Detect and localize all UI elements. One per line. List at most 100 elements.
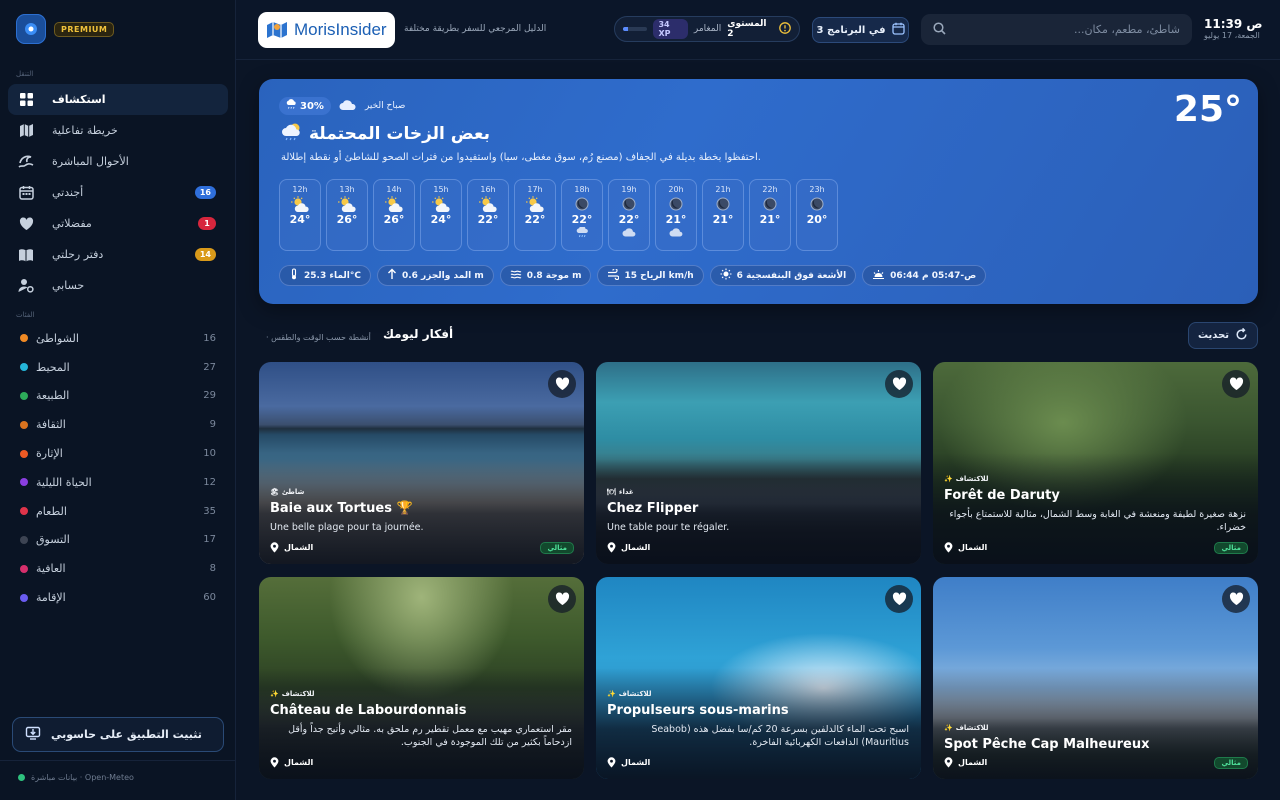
install-label: تثبيت التطبيق على حاسوبي bbox=[51, 728, 202, 741]
idea-card[interactable]: 🍽 غداء Chez Flipper Une table pour te régal… bbox=[596, 362, 921, 564]
category-dot-icon bbox=[20, 507, 28, 516]
category-dot-icon bbox=[20, 363, 28, 372]
category-item[interactable]: المحيط 27 bbox=[8, 353, 228, 382]
refresh-button[interactable]: تحديث bbox=[1188, 322, 1258, 349]
idea-card[interactable]: 🏖 شاطئ Baie aux Tortues 🏆 Une belle plage p… bbox=[259, 362, 584, 564]
idea-card[interactable]: ✨ للاكتشاف Forêt de Daruty نزهة صغيرة لطيفة… bbox=[933, 362, 1258, 564]
favorite-button[interactable] bbox=[885, 585, 913, 613]
cloud-icon bbox=[339, 99, 357, 114]
install-app-button[interactable]: تثبيت التطبيق على حاسوبي bbox=[12, 717, 224, 752]
favorite-button[interactable] bbox=[885, 370, 913, 398]
card-tag-label: للاكتشاف bbox=[955, 724, 989, 732]
weather-chip: المد والجزر 0.6 m bbox=[376, 265, 494, 286]
category-count: 29 bbox=[203, 390, 216, 402]
favorite-button[interactable] bbox=[1222, 585, 1250, 613]
sidebar-item-user-gear[interactable]: حسابي bbox=[8, 270, 228, 301]
weather-chips: الماء 25.3°C المد والجزر 0.6 m موجة 0.8 m ا… bbox=[279, 265, 987, 286]
sidebar: PREMIUM التنقل استكشاف خريطة تفاعلية الأحو… bbox=[0, 0, 236, 800]
category-item[interactable]: الطعام 35 bbox=[8, 497, 228, 526]
category-item[interactable]: الإثارة 10 bbox=[8, 439, 228, 468]
sidebar-item-grid[interactable]: استكشاف bbox=[8, 84, 228, 115]
chip-label: المد والجزر 0.6 m bbox=[401, 270, 484, 281]
category-count: 16 bbox=[203, 332, 216, 344]
waves-icon bbox=[18, 154, 34, 170]
tagline: الدليل المرجعي للسفر بطريقة مختلفة bbox=[404, 24, 547, 34]
favorite-button[interactable] bbox=[548, 585, 576, 613]
sidebar-item-map[interactable]: خريطة تفاعلية bbox=[8, 115, 228, 146]
location-pin-icon bbox=[270, 542, 279, 553]
sparkle-icon: 🏖 bbox=[270, 488, 279, 496]
idea-card[interactable]: ✨ للاكتشاف Propulseurs sous-marins اسبح تحت… bbox=[596, 577, 921, 779]
category-item[interactable]: الإقامة 60 bbox=[8, 583, 228, 612]
sidebar-item-label: خريطة تفاعلية bbox=[52, 124, 118, 137]
weather-title-row: بعض الزخات المحتملة bbox=[281, 121, 490, 146]
hour-temp: 21° bbox=[712, 213, 734, 226]
current-temperature: 25° bbox=[1173, 89, 1242, 130]
category-label: الإثارة bbox=[36, 447, 63, 461]
hour-label: 15h bbox=[433, 185, 449, 194]
card-tag-label: للاكتشاف bbox=[281, 690, 315, 698]
clock-ampm: ص bbox=[1246, 17, 1263, 31]
sidebar-item-heart[interactable]: مفضلاتي 1 bbox=[8, 208, 228, 239]
card-location: الشمال bbox=[607, 757, 650, 768]
card-title: Baie aux Tortues 🏆 bbox=[270, 501, 413, 516]
category-item[interactable]: التسوق 17 bbox=[8, 526, 228, 555]
logo-text: MorisInsider bbox=[294, 20, 387, 39]
xp-level-widget[interactable]: 34 XP المغامر المستوى 2 bbox=[614, 16, 800, 42]
category-count: 27 bbox=[203, 361, 216, 373]
sidebar-item-waves[interactable]: الأحوال المباشرة bbox=[8, 146, 228, 177]
card-description: Une belle plage pour ta journée. bbox=[270, 522, 424, 533]
calendar-icon bbox=[891, 22, 905, 38]
clock-time: ص 11:39 bbox=[1204, 17, 1263, 31]
hour-forecast: 12h 24° bbox=[279, 179, 321, 251]
sun-cloud-icon bbox=[478, 195, 498, 213]
category-dot-icon bbox=[20, 564, 28, 573]
rank-label: المغامر bbox=[693, 24, 722, 34]
location-pin-icon bbox=[270, 757, 279, 768]
hour-temp: 21° bbox=[665, 213, 687, 226]
category-item[interactable]: العافية 8 bbox=[8, 554, 228, 583]
heart-icon bbox=[892, 592, 906, 605]
clock: ص 11:39 الجمعة، 17 يوليو bbox=[1204, 17, 1263, 40]
heart-icon bbox=[18, 216, 34, 232]
category-label: الإقامة bbox=[36, 591, 66, 605]
category-item[interactable]: الشواطئ 16 bbox=[8, 324, 228, 353]
category-item[interactable]: الطبيعة 29 bbox=[8, 382, 228, 411]
category-label: التسوق bbox=[36, 533, 70, 547]
site-logo[interactable]: MorisInsider bbox=[258, 12, 395, 48]
card-location-label: الشمال bbox=[621, 543, 651, 552]
search-bar[interactable] bbox=[921, 14, 1192, 45]
sunrise-icon bbox=[872, 269, 885, 283]
hour-temp: 21° bbox=[759, 213, 781, 226]
hour-forecast: 14h 26° bbox=[373, 179, 415, 251]
schedule-button[interactable]: في البرنامج 3 bbox=[812, 17, 909, 43]
cloud-icon bbox=[669, 226, 683, 238]
sparkle-icon: ✨ bbox=[607, 690, 616, 698]
idea-card[interactable]: ✨ للاكتشاف Château de Labourdonnais مقر است… bbox=[259, 577, 584, 779]
sidebar-item-calendar[interactable]: أجندتي 16 bbox=[8, 177, 228, 208]
card-category-tag: 🍽 غداء bbox=[607, 488, 634, 496]
search-input[interactable] bbox=[954, 23, 1180, 36]
level-label: المستوى 2 bbox=[727, 19, 767, 39]
hour-forecast: 23h 20° bbox=[796, 179, 838, 251]
idea-card[interactable]: ✨ للاكتشاف Spot Pêche Cap Malheureux الشمال… bbox=[933, 577, 1258, 779]
category-item[interactable]: الحياة الليلية 12 bbox=[8, 468, 228, 497]
app-logo-icon[interactable] bbox=[16, 14, 46, 44]
sidebar-item-book[interactable]: دفتر رحلتي 14 bbox=[8, 239, 228, 270]
hour-temp: 26° bbox=[336, 213, 358, 226]
card-title: Château de Labourdonnais bbox=[270, 703, 467, 718]
refresh-icon bbox=[1235, 327, 1248, 344]
category-count: 17 bbox=[203, 534, 216, 546]
rain-chance-value: 30% bbox=[300, 100, 324, 112]
favorite-button[interactable] bbox=[1222, 370, 1250, 398]
favorite-button[interactable] bbox=[548, 370, 576, 398]
hour-temp: 24° bbox=[430, 213, 452, 226]
schedule-label: في البرنامج 3 bbox=[816, 24, 886, 36]
weather-chip: ص-05:47 م 06:44 bbox=[862, 265, 987, 286]
category-count: 9 bbox=[209, 419, 216, 431]
card-title: Forêt de Daruty bbox=[944, 488, 1060, 503]
location-pin-icon bbox=[944, 542, 953, 553]
category-item[interactable]: الثقافة 9 bbox=[8, 410, 228, 439]
heart-icon bbox=[1229, 377, 1243, 390]
hour-label: 14h bbox=[386, 185, 402, 194]
